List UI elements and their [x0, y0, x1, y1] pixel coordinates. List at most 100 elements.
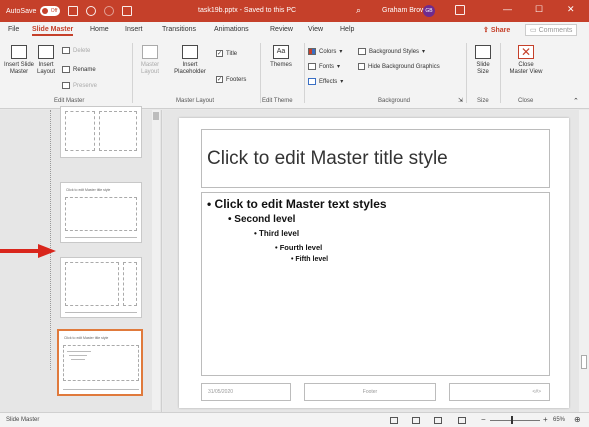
hide-background-graphics-checkbox[interactable]: Hide Background Graphics — [358, 63, 440, 70]
tab-help[interactable]: Help — [340, 26, 354, 33]
slideshow-icon[interactable] — [458, 417, 466, 424]
effects-dropdown[interactable]: Effects ▾ — [308, 78, 343, 85]
tab-home[interactable]: Home — [90, 26, 109, 33]
autosave-state: Off — [50, 8, 58, 14]
body-placeholder[interactable]: • Click to edit Master text styles • Sec… — [201, 192, 550, 376]
text-level-1[interactable]: • Click to edit Master text styles — [207, 197, 387, 211]
themes-button[interactable]: Aa Themes — [266, 45, 296, 69]
slide-master-icon — [11, 45, 27, 59]
dialog-launcher-icon[interactable]: ⇲ — [458, 97, 463, 104]
avatar[interactable]: GB — [423, 5, 435, 17]
group-label-edit-theme: Edit Theme — [262, 98, 293, 104]
status-bar: Slide Master − + 65% ⊕ — [0, 412, 589, 427]
share-button[interactable]: ⇪ Share — [483, 26, 510, 34]
zoom-out-icon[interactable]: − — [481, 415, 486, 424]
slide-sorter-icon[interactable] — [412, 417, 420, 424]
close-window-button[interactable]: ✕ — [567, 4, 575, 15]
thumbnail-layout-2[interactable]: Click to edit Master title style — [60, 182, 142, 243]
zoom-slider-handle[interactable] — [511, 416, 513, 424]
fonts-dropdown[interactable]: Fonts ▾ — [308, 63, 340, 70]
themes-label: Themes — [270, 62, 292, 68]
zoom-level[interactable]: 65% — [553, 417, 565, 423]
share-label: Share — [490, 27, 511, 34]
thumb-text-line — [69, 355, 87, 356]
colors-label: Colors — [319, 48, 337, 55]
slide-number-placeholder[interactable]: <#> — [449, 383, 550, 401]
text-level-2[interactable]: • Second level — [228, 214, 295, 225]
maximize-button[interactable]: ☐ — [535, 4, 543, 15]
thumbnail-layout-4-selected[interactable]: Click to edit Master title style — [57, 329, 143, 396]
autosave-label: AutoSave — [6, 7, 37, 15]
chevron-down-icon: ▾ — [422, 49, 426, 55]
slide-size-icon — [475, 45, 491, 59]
insert-placeholder-button[interactable]: Insert Placeholder — [170, 45, 210, 76]
thumbnail-layout-3[interactable] — [60, 257, 142, 318]
slide-size-label: Slide Size — [476, 62, 490, 75]
tab-view[interactable]: View — [308, 26, 323, 33]
text-level-3[interactable]: • Third level — [254, 229, 299, 238]
master-layout-button[interactable]: Master Layout — [138, 45, 162, 76]
hide-background-graphics-label: Hide Background Graphics — [368, 63, 440, 70]
thumbnail-title: Click to edit Master title style — [66, 188, 111, 192]
text-level-4[interactable]: • Fourth level — [275, 243, 322, 252]
effects-label: Effects — [319, 78, 338, 85]
delete-label: Delete — [73, 47, 91, 54]
tab-transitions[interactable]: Transitions — [162, 26, 196, 33]
colors-icon — [308, 48, 316, 55]
tab-slide-master[interactable]: Slide Master — [32, 26, 74, 36]
text-level-5[interactable]: • Fifth level — [291, 256, 328, 263]
insert-slide-master-button[interactable]: Insert Slide Master — [4, 45, 34, 76]
preserve-label: Preserve — [73, 82, 98, 89]
save-icon[interactable] — [68, 6, 79, 16]
footers-checkbox[interactable]: ✓ Footers — [216, 76, 246, 83]
autosave-control[interactable]: AutoSave Off — [6, 6, 61, 16]
comments-label: Comments — [538, 27, 573, 34]
fit-to-window-icon[interactable]: ⊕ — [574, 415, 581, 424]
ribbon-tabs: File Slide Master Home Insert Transition… — [0, 22, 589, 39]
close-master-view-label: Close Master View — [509, 62, 543, 75]
tab-review[interactable]: Review — [270, 26, 293, 33]
background-styles-dropdown[interactable]: Background Styles ▾ — [358, 48, 425, 55]
background-styles-icon — [358, 48, 366, 55]
tab-animations[interactable]: Animations — [214, 26, 249, 33]
zoom-in-icon[interactable]: + — [543, 415, 548, 424]
zoom-slider[interactable] — [490, 420, 540, 421]
master-layout-label: Master Layout — [140, 62, 160, 75]
layout-tree-line — [50, 110, 51, 370]
tab-insert[interactable]: Insert — [125, 26, 143, 33]
slide-size-button[interactable]: Slide Size — [470, 45, 496, 76]
thumbnail-scrollbar[interactable] — [152, 110, 160, 410]
preserve-button[interactable]: Preserve — [62, 82, 97, 89]
redo-icon[interactable] — [104, 6, 115, 16]
chevron-down-icon: ▾ — [337, 64, 341, 70]
delete-button[interactable]: Delete — [62, 47, 90, 54]
normal-view-icon[interactable] — [390, 417, 398, 424]
title-placeholder[interactable]: Click to edit Master title style — [201, 129, 550, 188]
ribbon-separator — [500, 43, 501, 103]
insert-layout-button[interactable]: Insert Layout — [34, 45, 58, 76]
undo-icon[interactable] — [86, 6, 97, 16]
present-icon[interactable] — [122, 6, 133, 16]
thumbnail-layout-1[interactable] — [60, 106, 142, 158]
date-text: 31/05/2020 — [208, 389, 234, 395]
date-placeholder[interactable]: 31/05/2020 — [201, 383, 291, 401]
autosave-toggle[interactable]: Off — [40, 6, 61, 16]
search-icon[interactable]: ⌕ — [356, 5, 361, 16]
colors-dropdown[interactable]: Colors ▾ — [308, 48, 342, 55]
thumb-text-line — [71, 359, 85, 360]
minimize-button[interactable]: — — [503, 4, 512, 14]
master-title-text[interactable]: Click to edit Master title style — [207, 148, 448, 170]
reading-view-icon[interactable] — [434, 417, 442, 424]
tab-file[interactable]: File — [8, 26, 19, 33]
themes-icon: Aa — [273, 45, 289, 59]
collapse-ribbon-icon[interactable]: ⌃ — [573, 97, 579, 105]
comments-button[interactable]: ▭ Comments — [525, 24, 578, 36]
rename-button[interactable]: Rename — [62, 66, 96, 73]
title-checkbox[interactable]: ✓ Title — [216, 50, 237, 57]
fonts-icon — [308, 63, 316, 70]
ribbon-display-icon[interactable] — [455, 5, 465, 15]
scrollbar-up-arrow-icon[interactable] — [153, 112, 159, 120]
close-master-view-button[interactable]: ✕ Close Master View — [506, 45, 546, 76]
footer-placeholder[interactable]: Footer — [304, 383, 436, 401]
canvas-scroll-thumb[interactable] — [581, 355, 587, 369]
